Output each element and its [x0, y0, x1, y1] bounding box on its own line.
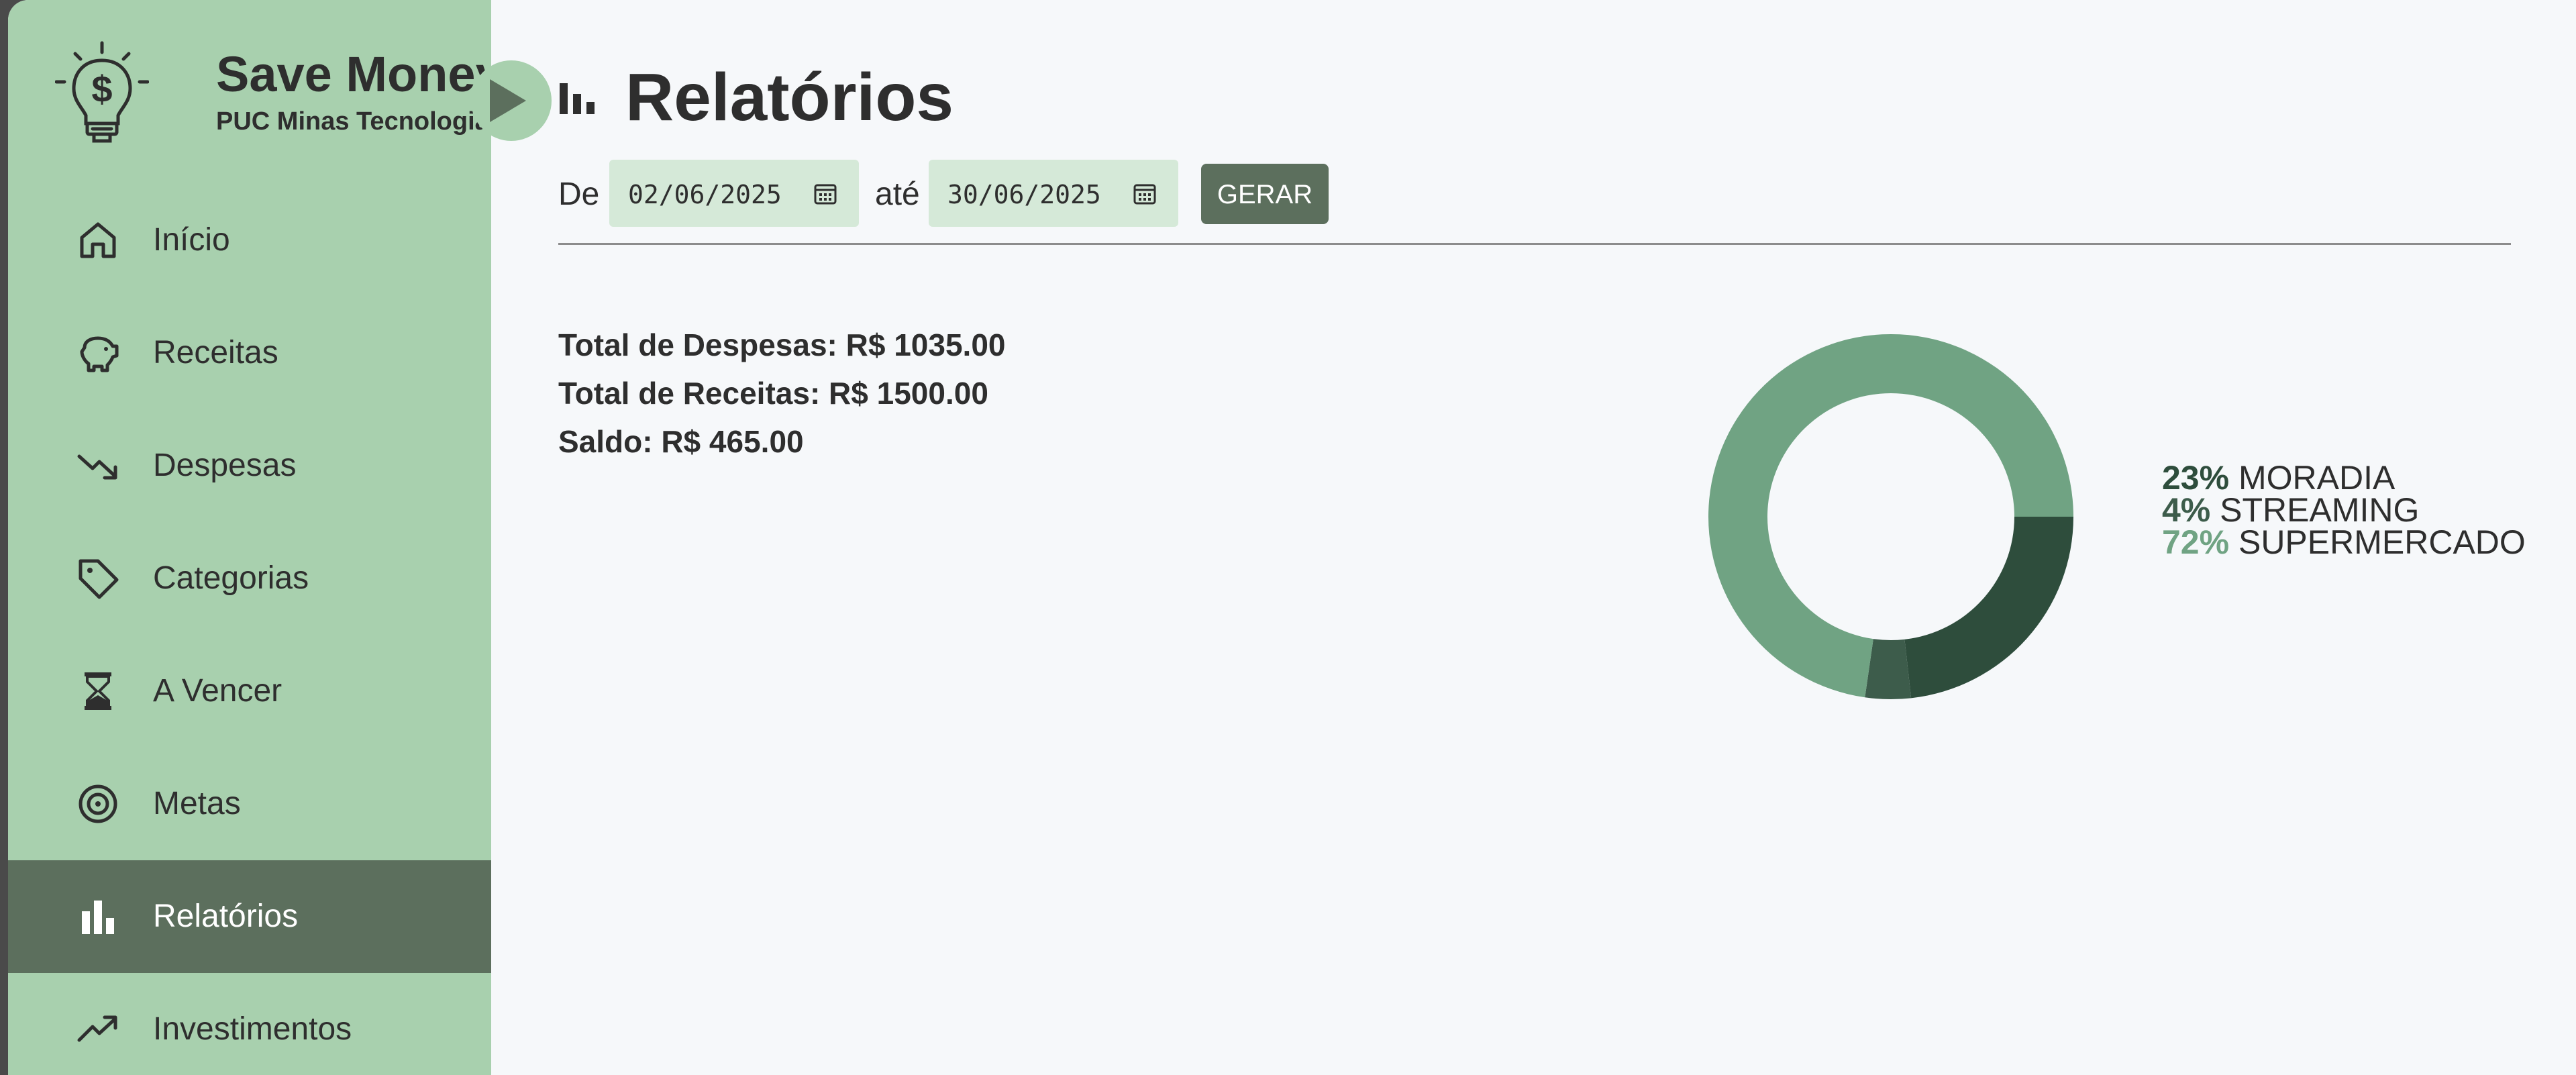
- sidebar-item-relatorios[interactable]: Relatórios: [8, 860, 491, 973]
- app-subtitle: PUC Minas Tecnologia: [216, 107, 489, 136]
- svg-text:$: $: [91, 68, 112, 110]
- generate-button[interactable]: GERAR: [1201, 164, 1329, 224]
- from-label: De: [558, 176, 600, 212]
- sidebar-item-label: Metas: [153, 786, 241, 821]
- page-title: Relatórios: [625, 60, 954, 135]
- legend-item: 23% MORADIA: [2162, 461, 2526, 495]
- sidebar-toggle-button[interactable]: [471, 60, 552, 141]
- sidebar-item-label: Despesas: [153, 448, 297, 483]
- calendar-icon[interactable]: [813, 181, 837, 205]
- trending-up-icon: [77, 1015, 117, 1042]
- total-expenses: Total de Despesas: R$ 1035.00: [558, 327, 1006, 362]
- play-arrow-icon: [490, 79, 526, 122]
- bar-chart-icon: [560, 83, 595, 114]
- sidebar-item-label: Relatórios: [153, 899, 299, 934]
- sidebar-item-investimentos[interactable]: Investimentos: [8, 973, 491, 1075]
- balance: Saldo: R$ 465.00: [558, 424, 804, 459]
- lightbulb-dollar-icon: $: [55, 41, 149, 143]
- expenses-donut-chart: [1708, 334, 2073, 699]
- sidebar: $ Save Money PUC Minas Tecnologia Início…: [8, 0, 503, 1075]
- start-date-value: 02/06/2025: [628, 180, 782, 209]
- tag-icon: [79, 559, 119, 599]
- sidebar-item-receitas[interactable]: Receitas: [8, 297, 491, 409]
- piggy-bank-icon: [80, 336, 119, 372]
- to-label: até: [875, 176, 920, 212]
- sidebar-item-a-vencer[interactable]: A Vencer: [8, 635, 491, 748]
- sidebar-item-label: Investimentos: [153, 1011, 352, 1047]
- main-content: Relatórios De 02/06/2025 até 30/06/2025 …: [491, 0, 2576, 1075]
- total-income: Total de Receitas: R$ 1500.00: [558, 376, 988, 411]
- sidebar-item-metas[interactable]: Metas: [8, 748, 491, 860]
- divider: [558, 243, 2511, 245]
- calendar-icon[interactable]: [1133, 181, 1157, 205]
- hourglass-icon: [85, 672, 111, 710]
- brand: $ Save Money PUC Minas Tecnologia: [55, 40, 503, 148]
- app-title: Save Money: [216, 46, 503, 102]
- chart-legend: 23% MORADIA 4% STREAMING 72% SUPERMERCADO: [2162, 461, 2526, 561]
- sidebar-item-despesas[interactable]: Despesas: [8, 409, 491, 522]
- start-date-field[interactable]: 02/06/2025: [609, 160, 859, 227]
- sidebar-item-label: A Vencer: [153, 673, 282, 709]
- legend-label: SUPERMERCADO: [2229, 523, 2526, 561]
- app-window: $ Save Money PUC Minas Tecnologia Início…: [8, 0, 2576, 1075]
- target-icon: [79, 784, 117, 823]
- report-filters: De 02/06/2025 até 30/06/2025 GERAR: [558, 160, 1363, 227]
- bar-chart-icon: [82, 901, 114, 934]
- legend-item: 72% SUPERMERCADO: [2162, 523, 2526, 561]
- sidebar-item-label: Receitas: [153, 335, 278, 370]
- totals-summary: Total de Despesas: R$ 1035.00 Total de R…: [558, 325, 1005, 470]
- end-date-field[interactable]: 30/06/2025: [929, 160, 1178, 227]
- sidebar-nav: Início Receitas Despesas Categorias A Ve…: [8, 184, 491, 1075]
- end-date-value: 30/06/2025: [947, 180, 1101, 209]
- sidebar-item-label: Início: [153, 222, 230, 258]
- donut-slice-moradia: [1904, 517, 2073, 699]
- home-icon: [80, 222, 116, 258]
- legend-percent: 72%: [2162, 523, 2230, 561]
- sidebar-item-label: Categorias: [153, 560, 309, 596]
- trending-down-icon: [77, 454, 117, 480]
- sidebar-item-categorias[interactable]: Categorias: [8, 522, 491, 635]
- legend-item: 4% STREAMING: [2162, 493, 2526, 527]
- sidebar-item-inicio[interactable]: Início: [8, 184, 491, 297]
